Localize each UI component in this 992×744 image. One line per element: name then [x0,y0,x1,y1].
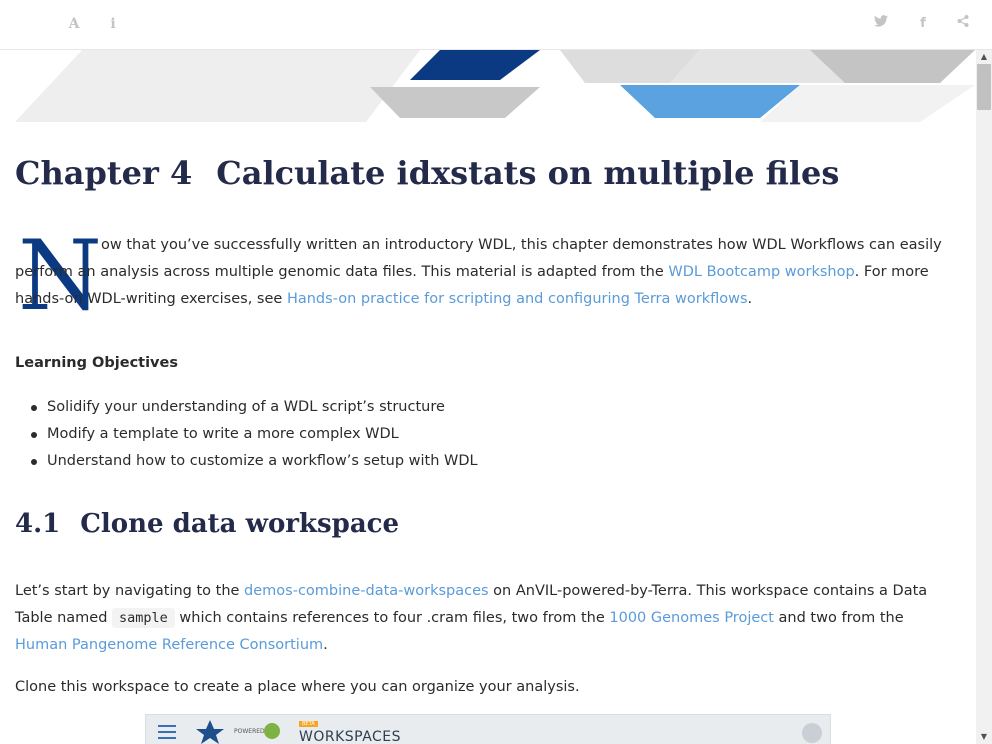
workspace-link[interactable]: demos-combine-data-workspaces [244,583,489,599]
intro-paragraph: ow that you’ve successfully written an i… [15,232,960,313]
chapter-banner [15,50,975,122]
book-content: Chapter 4 Calculate idxstats on multiple … [0,50,976,744]
banner-shape-grey-lower [370,87,540,118]
beta-badge: BETA [299,721,318,727]
learning-objectives-list: Solidify your understanding of a WDL scr… [31,394,478,475]
banner-shape-grey-light [15,50,420,122]
vertical-scrollbar[interactable]: ▲ ▼ [976,50,992,744]
chapter-title-text: Calculate idxstats on multiple files [216,154,840,192]
clone-instruction: Clone this workspace to create a place w… [15,679,580,695]
wdl-bootcamp-link[interactable]: WDL Bootcamp workshop [668,264,854,280]
1000-genomes-link[interactable]: 1000 Genomes Project [609,610,774,626]
list-item: Understand how to customize a workflow’s… [31,448,478,475]
hprc-link[interactable]: Human Pangenome Reference Consortium [15,637,323,653]
terra-screenshot: POWERED BY BETA WORKSPACES [145,714,831,744]
section-number: 4.1 [15,509,61,539]
notification-bell-icon [802,723,822,743]
facebook-icon[interactable]: f [913,14,933,34]
intro-text-3: . [747,291,753,307]
terra-logo-icon [264,723,280,739]
section-title-text: Clone data workspace [80,509,400,539]
clone-text-3: which contains references to four .cram … [174,610,610,626]
workspaces-title: WORKSPACES [299,729,402,744]
twitter-bird-shape [874,15,888,27]
chapter-number: Chapter 4 [15,154,193,192]
banner-shape-navy [410,50,540,80]
chapter-title: Chapter 4 Calculate idxstats on multiple … [15,154,839,192]
scroll-up-arrow-icon[interactable]: ▲ [976,50,992,64]
hands-on-practice-link[interactable]: Hands-on practice for scripting and conf… [287,291,748,307]
info-icon[interactable]: i [103,14,123,34]
share-icon[interactable] [953,14,973,34]
toolbar: A i f [0,0,992,50]
clone-text-1: Let’s start by navigating to the [15,583,245,599]
font-settings-icon[interactable]: A [64,14,84,34]
sample-code: sample [112,608,175,628]
anvil-logo-icon [196,720,224,744]
list-item: Modify a template to write a more comple… [31,421,478,448]
clone-paragraph: Let’s start by navigating to the demos-c… [15,578,960,659]
section-title: 4.1 Clone data workspace [15,509,399,539]
share-shape [957,15,969,27]
list-item: Solidify your understanding of a WDL scr… [31,394,478,421]
scroll-down-arrow-icon[interactable]: ▼ [976,730,992,744]
clone-text-4: and two from the [773,610,904,626]
hamburger-menu-icon [158,725,176,743]
twitter-icon[interactable] [871,14,891,34]
scroll-thumb[interactable] [977,64,991,110]
learning-objectives-heading: Learning Objectives [15,355,178,371]
clone-text-5: . [323,637,328,653]
